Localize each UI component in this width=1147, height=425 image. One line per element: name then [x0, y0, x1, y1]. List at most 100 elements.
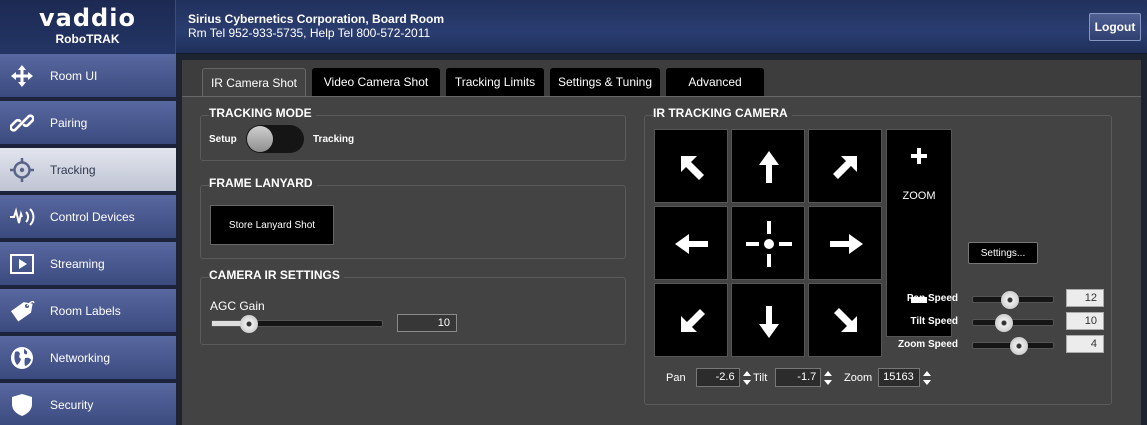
play-icon — [9, 251, 35, 277]
agc-gain-value[interactable]: 10 — [397, 314, 457, 332]
tilt-speed-value[interactable]: 10 — [1066, 312, 1104, 330]
zoom-stepper[interactable] — [923, 368, 932, 387]
zoom-position-label: Zoom — [844, 371, 873, 384]
arrow-up-icon — [759, 151, 779, 183]
sidebar-item-label: Networking — [50, 350, 111, 365]
agc-gain-knob[interactable] — [240, 315, 259, 333]
site-info: Sirius Cybernetics Corporation, Board Ro… — [188, 12, 444, 40]
zoom-speed-value[interactable]: 4 — [1066, 335, 1104, 353]
pan-speed-knob[interactable] — [1000, 291, 1019, 309]
sidebar-item-pairing[interactable]: Pairing — [0, 101, 176, 145]
arrow-up-right-icon — [833, 156, 857, 179]
tab-settings-tuning[interactable]: Settings & Tuning — [550, 68, 660, 96]
zoom-in-button[interactable] — [887, 130, 951, 182]
tilt-stepper[interactable] — [824, 368, 833, 387]
sidebar-item-networking[interactable]: Networking — [0, 336, 176, 380]
tilt-label: Tilt — [753, 371, 768, 384]
pan-down-left-button[interactable] — [654, 283, 728, 357]
tilt-speed-label: Tilt Speed — [910, 316, 958, 327]
sidebar-item-label: Control Devices — [50, 209, 135, 224]
agc-gain-slider[interactable] — [211, 315, 383, 333]
pan-label: Pan — [666, 371, 686, 384]
tracking-mode-title: TRACKING MODE — [209, 106, 316, 120]
zoom-speed-knob[interactable] — [1009, 337, 1028, 355]
brand-logo-text: vaddio — [39, 4, 136, 32]
sidebar-item-streaming[interactable]: Streaming — [0, 242, 176, 286]
pan-up-right-button[interactable] — [808, 129, 882, 203]
zoom-speed-slider[interactable] — [972, 337, 1054, 355]
arrow-right-icon — [830, 234, 863, 254]
logout-button[interactable]: Logout — [1089, 13, 1141, 41]
sidebar-item-control-devices[interactable]: Control Devices — [0, 195, 176, 239]
zoom-value-field[interactable]: 15163 — [878, 368, 921, 387]
pan-stepper[interactable] — [742, 368, 751, 387]
link-icon — [9, 110, 35, 136]
stepper-arrows-icon — [824, 370, 833, 385]
home-button[interactable] — [731, 206, 805, 280]
pan-value-field[interactable]: -2.6 — [695, 368, 740, 387]
pan-down-right-button[interactable] — [808, 283, 882, 357]
sidebar-item-room-labels[interactable]: Room Labels — [0, 289, 176, 333]
sidebar: Room UI Pairing Tracking Control Devices… — [0, 54, 176, 425]
toggle-knob — [247, 126, 273, 152]
target-icon — [9, 157, 35, 183]
pan-speed-value[interactable]: 12 — [1066, 289, 1104, 307]
arrow-down-right-icon — [834, 308, 857, 332]
tracking-mode-panel: TRACKING MODE Setup Tracking — [200, 106, 626, 161]
pan-up-left-button[interactable] — [654, 129, 728, 203]
globe-icon — [9, 345, 35, 371]
tracking-mode-toggle[interactable] — [246, 125, 304, 153]
arrow-left-icon — [675, 234, 708, 254]
move-arrows-icon — [9, 63, 35, 89]
tab-ir-camera-shot[interactable]: IR Camera Shot — [202, 68, 306, 96]
stepper-arrows-icon — [742, 370, 751, 385]
crosshair-icon — [746, 221, 792, 267]
camera-ir-settings-title: CAMERA IR SETTINGS — [209, 268, 344, 282]
sidebar-item-label: Room UI — [50, 68, 98, 83]
arrow-up-left-icon — [681, 156, 704, 180]
setup-label: Setup — [209, 134, 237, 145]
camera-settings-button[interactable]: Settings... — [968, 242, 1038, 264]
sidebar-item-tracking[interactable]: Tracking — [0, 148, 176, 192]
sidebar-item-label: Room Labels — [50, 303, 121, 318]
pan-position: Pan -2.6 — [666, 368, 751, 387]
tab-advanced[interactable]: Advanced — [666, 68, 764, 96]
camera-ir-settings-panel: CAMERA IR SETTINGS AGC Gain 10 — [200, 268, 626, 345]
pan-speed-slider[interactable] — [972, 291, 1054, 309]
tilt-up-button[interactable] — [731, 129, 805, 203]
tab-tracking-limits[interactable]: Tracking Limits — [446, 68, 544, 96]
pan-right-button[interactable] — [808, 206, 882, 280]
tab-bar: IR Camera Shot Video Camera Shot Trackin… — [182, 60, 1141, 96]
store-lanyard-shot-button[interactable]: Store Lanyard Shot — [210, 205, 334, 245]
app-root: vaddio RoboTRAK Sirius Cybernetics Corpo… — [0, 0, 1147, 425]
zoom-position: Zoom 15163 — [844, 368, 932, 387]
tab-video-camera-shot[interactable]: Video Camera Shot — [312, 68, 440, 96]
tilt-position: Tilt -1.7 — [753, 368, 833, 387]
logo: vaddio RoboTRAK — [0, 0, 176, 54]
tilt-value-field[interactable]: -1.7 — [775, 368, 822, 387]
tracking-label: Tracking — [313, 134, 355, 145]
sidebar-item-label: Streaming — [50, 256, 105, 271]
frame-lanyard-panel: FRAME LANYARD Store Lanyard Shot — [200, 176, 626, 259]
tab-content: TRACKING MODE Setup Tracking FRAME LANYA… — [182, 96, 1141, 425]
stepper-arrows-icon — [923, 370, 932, 385]
zoom-speed-label: Zoom Speed — [897, 339, 958, 350]
product-name: RoboTRAK — [55, 32, 120, 46]
sidebar-item-room-ui[interactable]: Room UI — [0, 54, 176, 98]
signal-waves-icon — [9, 204, 35, 230]
agc-gain-label: AGC Gain — [210, 299, 265, 313]
arrow-down-left-icon — [681, 309, 705, 332]
header-bar: vaddio RoboTRAK Sirius Cybernetics Corpo… — [0, 0, 1147, 54]
plus-icon — [911, 148, 927, 164]
zoom-control: ZOOM — [886, 129, 952, 337]
arrow-down-icon — [759, 306, 779, 338]
tilt-down-button[interactable] — [731, 283, 805, 357]
pan-left-button[interactable] — [654, 206, 728, 280]
contact-info: Rm Tel 952-933-5735, Help Tel 800-572-20… — [188, 26, 431, 40]
sidebar-item-security[interactable]: Security — [0, 383, 176, 425]
main-panel: IR Camera Shot Video Camera Shot Trackin… — [182, 60, 1141, 425]
tilt-speed-slider[interactable] — [972, 314, 1054, 332]
zoom-label: ZOOM — [902, 190, 936, 202]
sidebar-item-label: Tracking — [50, 162, 96, 177]
frame-lanyard-title: FRAME LANYARD — [209, 176, 317, 190]
